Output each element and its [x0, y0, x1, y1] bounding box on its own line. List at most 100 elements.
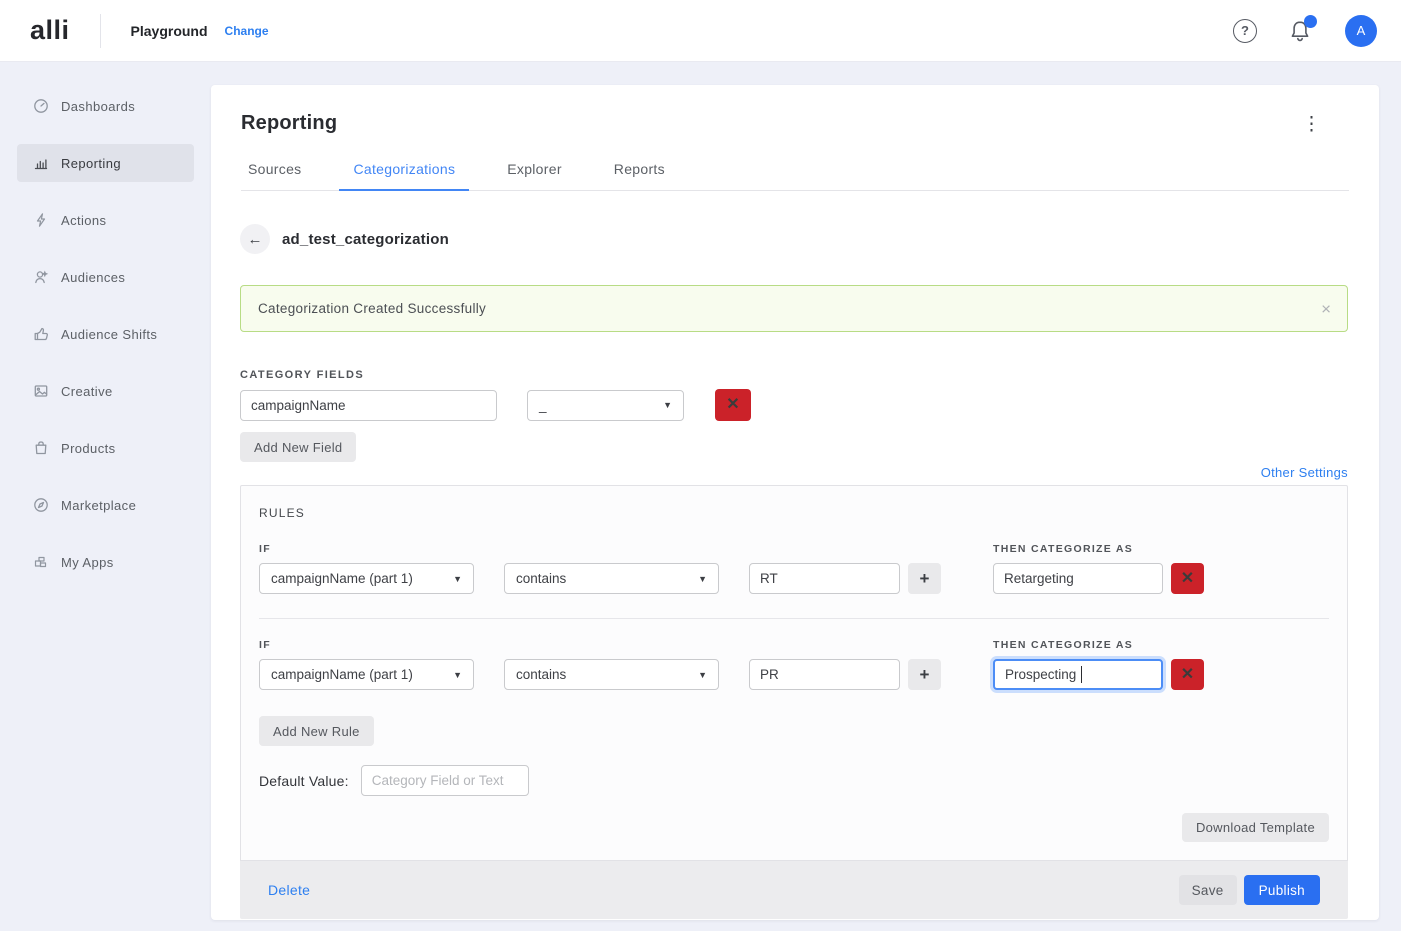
rule-controls: campaignName (part 1) ▼ contains ▼	[259, 659, 941, 690]
sidebar-item-audiences[interactable]: Audiences	[17, 258, 194, 296]
tab-reports[interactable]: Reports	[608, 161, 671, 190]
back-button[interactable]: ←	[240, 224, 270, 254]
help-icon[interactable]: ?	[1233, 19, 1257, 43]
separator-select[interactable]: _ ▼	[527, 390, 684, 421]
then-categorize-as-label: THEN CATEGORIZE AS	[993, 639, 1204, 651]
sidebar-item-creative[interactable]: Creative	[17, 372, 194, 410]
publish-button[interactable]: Publish	[1244, 875, 1320, 905]
rule-value-input[interactable]	[749, 659, 900, 690]
chevron-down-icon: ▼	[453, 574, 462, 584]
add-new-field-button[interactable]: Add New Field	[240, 432, 356, 462]
rule-operator-select[interactable]: contains ▼	[504, 563, 719, 594]
sidebar-item-audience-shifts[interactable]: Audience Shifts	[17, 315, 194, 353]
rule-controls: ✕	[993, 563, 1204, 594]
sidebar-item-label: Reporting	[61, 156, 121, 171]
rule-operator-select[interactable]: contains ▼	[504, 659, 719, 690]
category-field-input[interactable]	[240, 390, 497, 421]
main-area: Reporting ⋮ Sources Categorizations Expl…	[211, 62, 1401, 931]
save-button[interactable]: Save	[1179, 875, 1237, 905]
close-icon: ✕	[726, 397, 739, 413]
rule-value-input[interactable]	[749, 563, 900, 594]
alli-logo: alli	[30, 15, 70, 46]
card-header: Reporting ⋮ Sources Categorizations Expl…	[211, 85, 1379, 191]
sidebar-item-my-apps[interactable]: My Apps	[17, 543, 194, 581]
rules-divider	[259, 618, 1329, 619]
user-avatar[interactable]: A	[1345, 15, 1377, 47]
category-name-input-focused[interactable]	[993, 659, 1163, 690]
tab-bar: Sources Categorizations Explorer Reports	[241, 161, 1349, 191]
tab-categorizations[interactable]: Categorizations	[347, 161, 461, 190]
categorization-name: ad_test_categorization	[282, 231, 449, 248]
sidebar-item-label: Actions	[61, 213, 106, 228]
rule-field-select[interactable]: campaignName (part 1) ▼	[259, 563, 474, 594]
separator-select-value: _	[539, 398, 547, 413]
change-workspace-link[interactable]: Change	[225, 24, 269, 38]
sidebar-item-dashboards[interactable]: Dashboards	[17, 87, 194, 125]
close-icon: ✕	[1181, 667, 1194, 683]
compass-icon	[33, 497, 49, 513]
chevron-down-icon: ▼	[663, 400, 672, 410]
add-new-rule-button[interactable]: Add New Rule	[259, 716, 374, 746]
rule-field-select-value: campaignName (part 1)	[271, 571, 413, 586]
remove-rule-button[interactable]: ✕	[1171, 563, 1204, 594]
page-title: Reporting	[241, 112, 1349, 135]
close-icon: ✕	[1181, 571, 1194, 587]
sidebar-item-label: Audience Shifts	[61, 327, 157, 342]
remove-field-button[interactable]: ✕	[715, 389, 751, 421]
other-settings-link[interactable]: Other Settings	[1261, 465, 1348, 480]
sidebar-item-actions[interactable]: Actions	[17, 201, 194, 239]
bar-chart-icon	[33, 155, 49, 171]
sidebar-item-marketplace[interactable]: Marketplace	[17, 486, 194, 524]
other-settings-row: Other Settings	[240, 465, 1348, 480]
body: Dashboards Reporting Actions	[0, 62, 1401, 931]
back-row: ← ad_test_categorization	[240, 224, 1348, 254]
rule-row-1: IF campaignName (part 1) ▼ contains	[259, 543, 1329, 594]
sidebar-item-label: Audiences	[61, 270, 125, 285]
success-banner: Categorization Created Successfully ×	[240, 285, 1348, 332]
sidebar: Dashboards Reporting Actions	[0, 62, 211, 931]
rule-row-2: IF campaignName (part 1) ▼ contains	[259, 639, 1329, 690]
lightning-icon	[33, 212, 49, 228]
category-name-input[interactable]	[993, 563, 1163, 594]
add-condition-button[interactable]: +	[908, 659, 941, 690]
gauge-icon	[33, 98, 49, 114]
tab-sources[interactable]: Sources	[242, 161, 307, 190]
chevron-down-icon: ▼	[453, 670, 462, 680]
rule-field-select[interactable]: campaignName (part 1) ▼	[259, 659, 474, 690]
download-template-button[interactable]: Download Template	[1182, 813, 1329, 842]
notifications-button[interactable]	[1289, 19, 1311, 43]
focused-input-wrap	[993, 659, 1163, 690]
if-label: IF	[259, 543, 941, 555]
apps-grid-icon	[33, 554, 49, 570]
delete-link[interactable]: Delete	[268, 882, 310, 898]
sidebar-item-label: Marketplace	[61, 498, 136, 513]
image-icon	[33, 383, 49, 399]
rule-if-group: IF campaignName (part 1) ▼ contains	[259, 639, 941, 690]
sidebar-item-reporting[interactable]: Reporting	[17, 144, 194, 182]
remove-rule-button[interactable]: ✕	[1171, 659, 1204, 690]
sidebar-item-products[interactable]: Products	[17, 429, 194, 467]
download-row: Download Template	[259, 813, 1329, 842]
bag-icon	[33, 440, 49, 456]
top-bar: alli Playground Change ? A	[0, 0, 1401, 62]
plus-icon: +	[920, 665, 930, 684]
rules-label: RULES	[259, 506, 1329, 520]
text-cursor	[1081, 666, 1082, 683]
sidebar-item-label: Dashboards	[61, 99, 135, 114]
banner-close-icon[interactable]: ×	[1321, 300, 1331, 317]
if-label: IF	[259, 639, 941, 651]
person-icon	[33, 269, 49, 285]
rule-then-group: THEN CATEGORIZE AS ✕	[993, 543, 1204, 594]
plus-icon: +	[920, 569, 930, 588]
kebab-menu-icon[interactable]: ⋮	[1302, 115, 1321, 134]
tab-explorer[interactable]: Explorer	[501, 161, 568, 190]
chevron-down-icon: ▼	[698, 574, 707, 584]
chevron-down-icon: ▼	[698, 670, 707, 680]
rule-controls: campaignName (part 1) ▼ contains ▼	[259, 563, 941, 594]
default-value-row: Default Value:	[259, 765, 1329, 796]
success-banner-message: Categorization Created Successfully	[258, 301, 486, 316]
default-value-input[interactable]	[361, 765, 529, 796]
add-condition-button[interactable]: +	[908, 563, 941, 594]
sidebar-item-label: Creative	[61, 384, 113, 399]
card-content: ← ad_test_categorization Categorization …	[211, 191, 1379, 920]
